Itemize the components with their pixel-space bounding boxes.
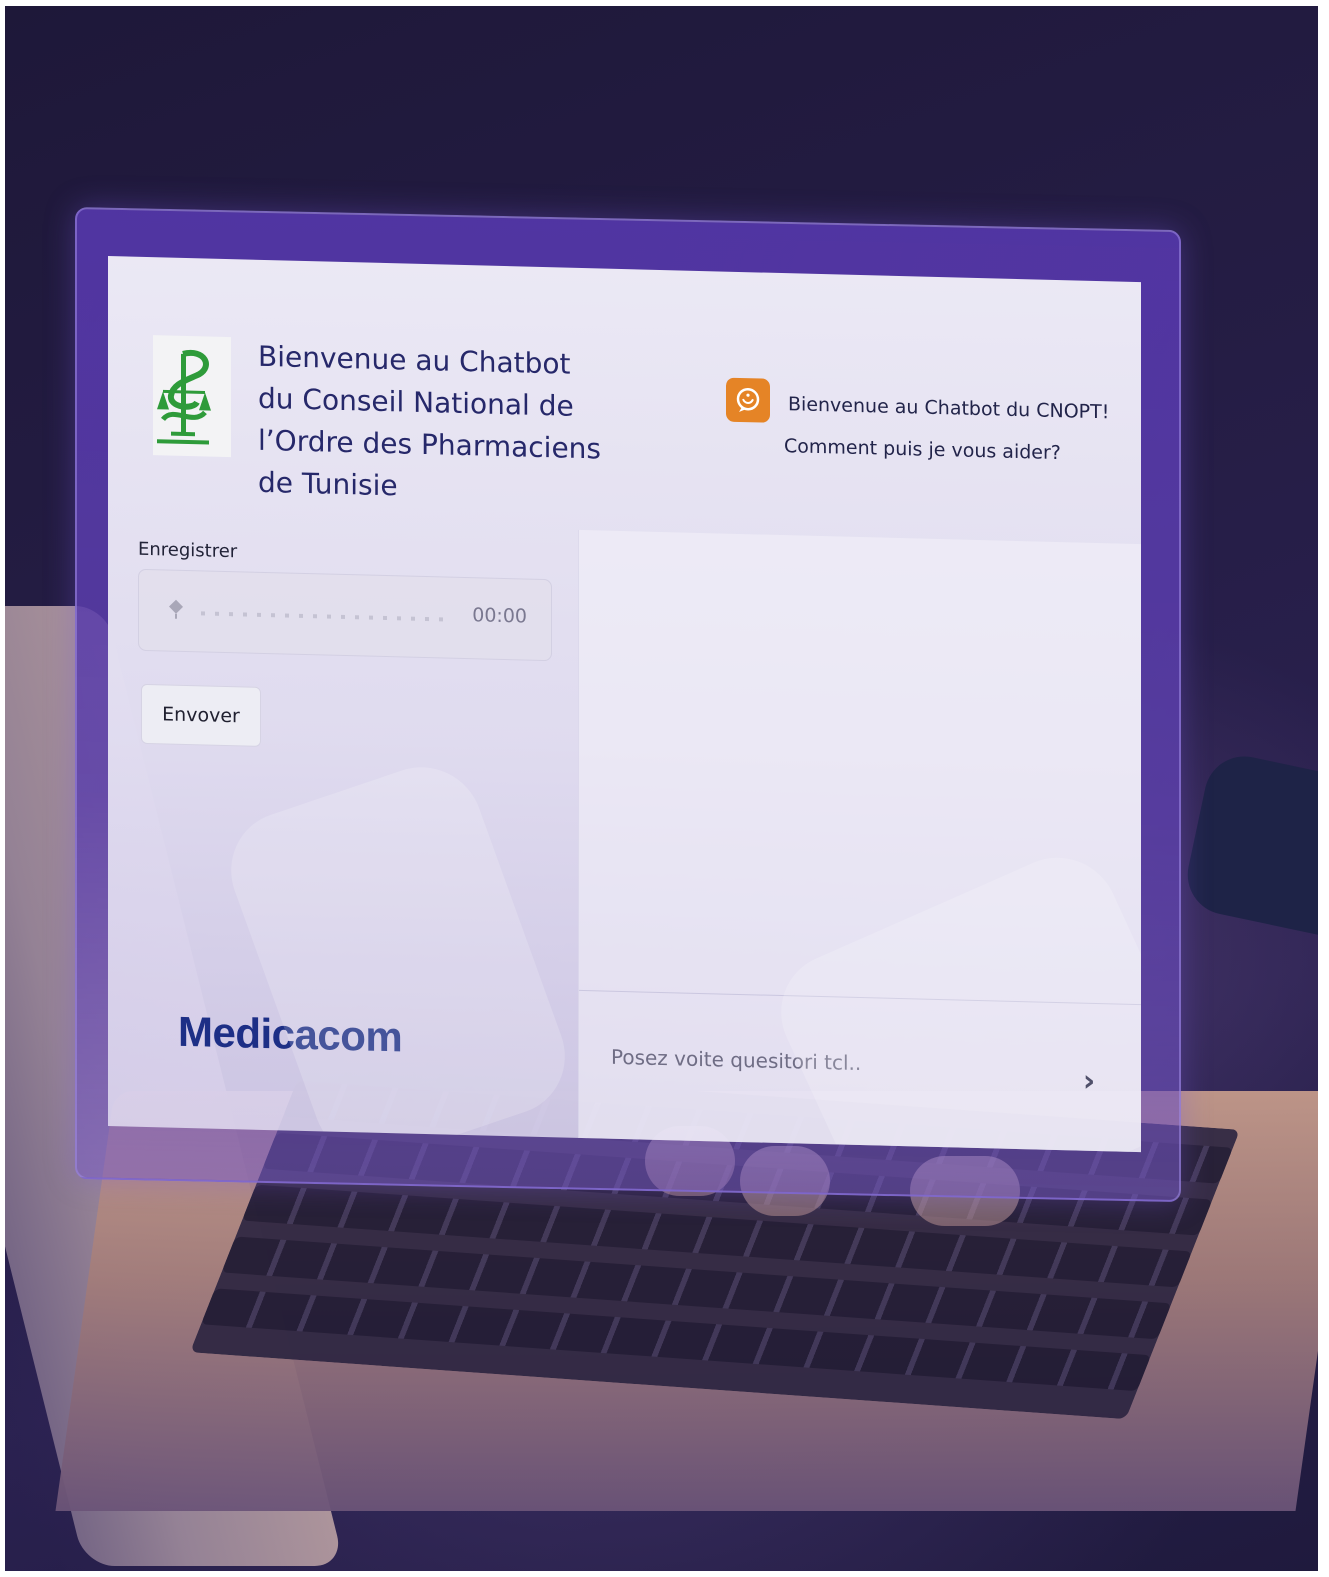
record-label: Enregistrer: [138, 538, 238, 563]
audio-waveform: [201, 611, 451, 622]
bot-greeting: Bienvenue au Chatbot du CNOPT! Comment p…: [784, 383, 1128, 476]
microphone-icon[interactable]: [167, 598, 185, 620]
chat-bubble-icon: [736, 387, 760, 412]
pharmacy-caduceus-icon: [157, 349, 211, 445]
bot-avatar: [726, 377, 770, 423]
sleeve: [1180, 749, 1318, 943]
page-title: Bienvenue au Chatbot du Conseil National…: [258, 336, 618, 513]
recording-time: 00:00: [472, 604, 527, 628]
hand-reflection: [214, 751, 582, 1153]
logo: [153, 335, 231, 458]
send-button[interactable]: Envover: [141, 683, 261, 747]
greeting-line: Comment puis je vous aider?: [784, 435, 1061, 465]
audio-recorder[interactable]: 00:00: [138, 568, 552, 662]
chatbot-screen: Bienvenue au Chatbot du Conseil National…: [108, 256, 1141, 1153]
